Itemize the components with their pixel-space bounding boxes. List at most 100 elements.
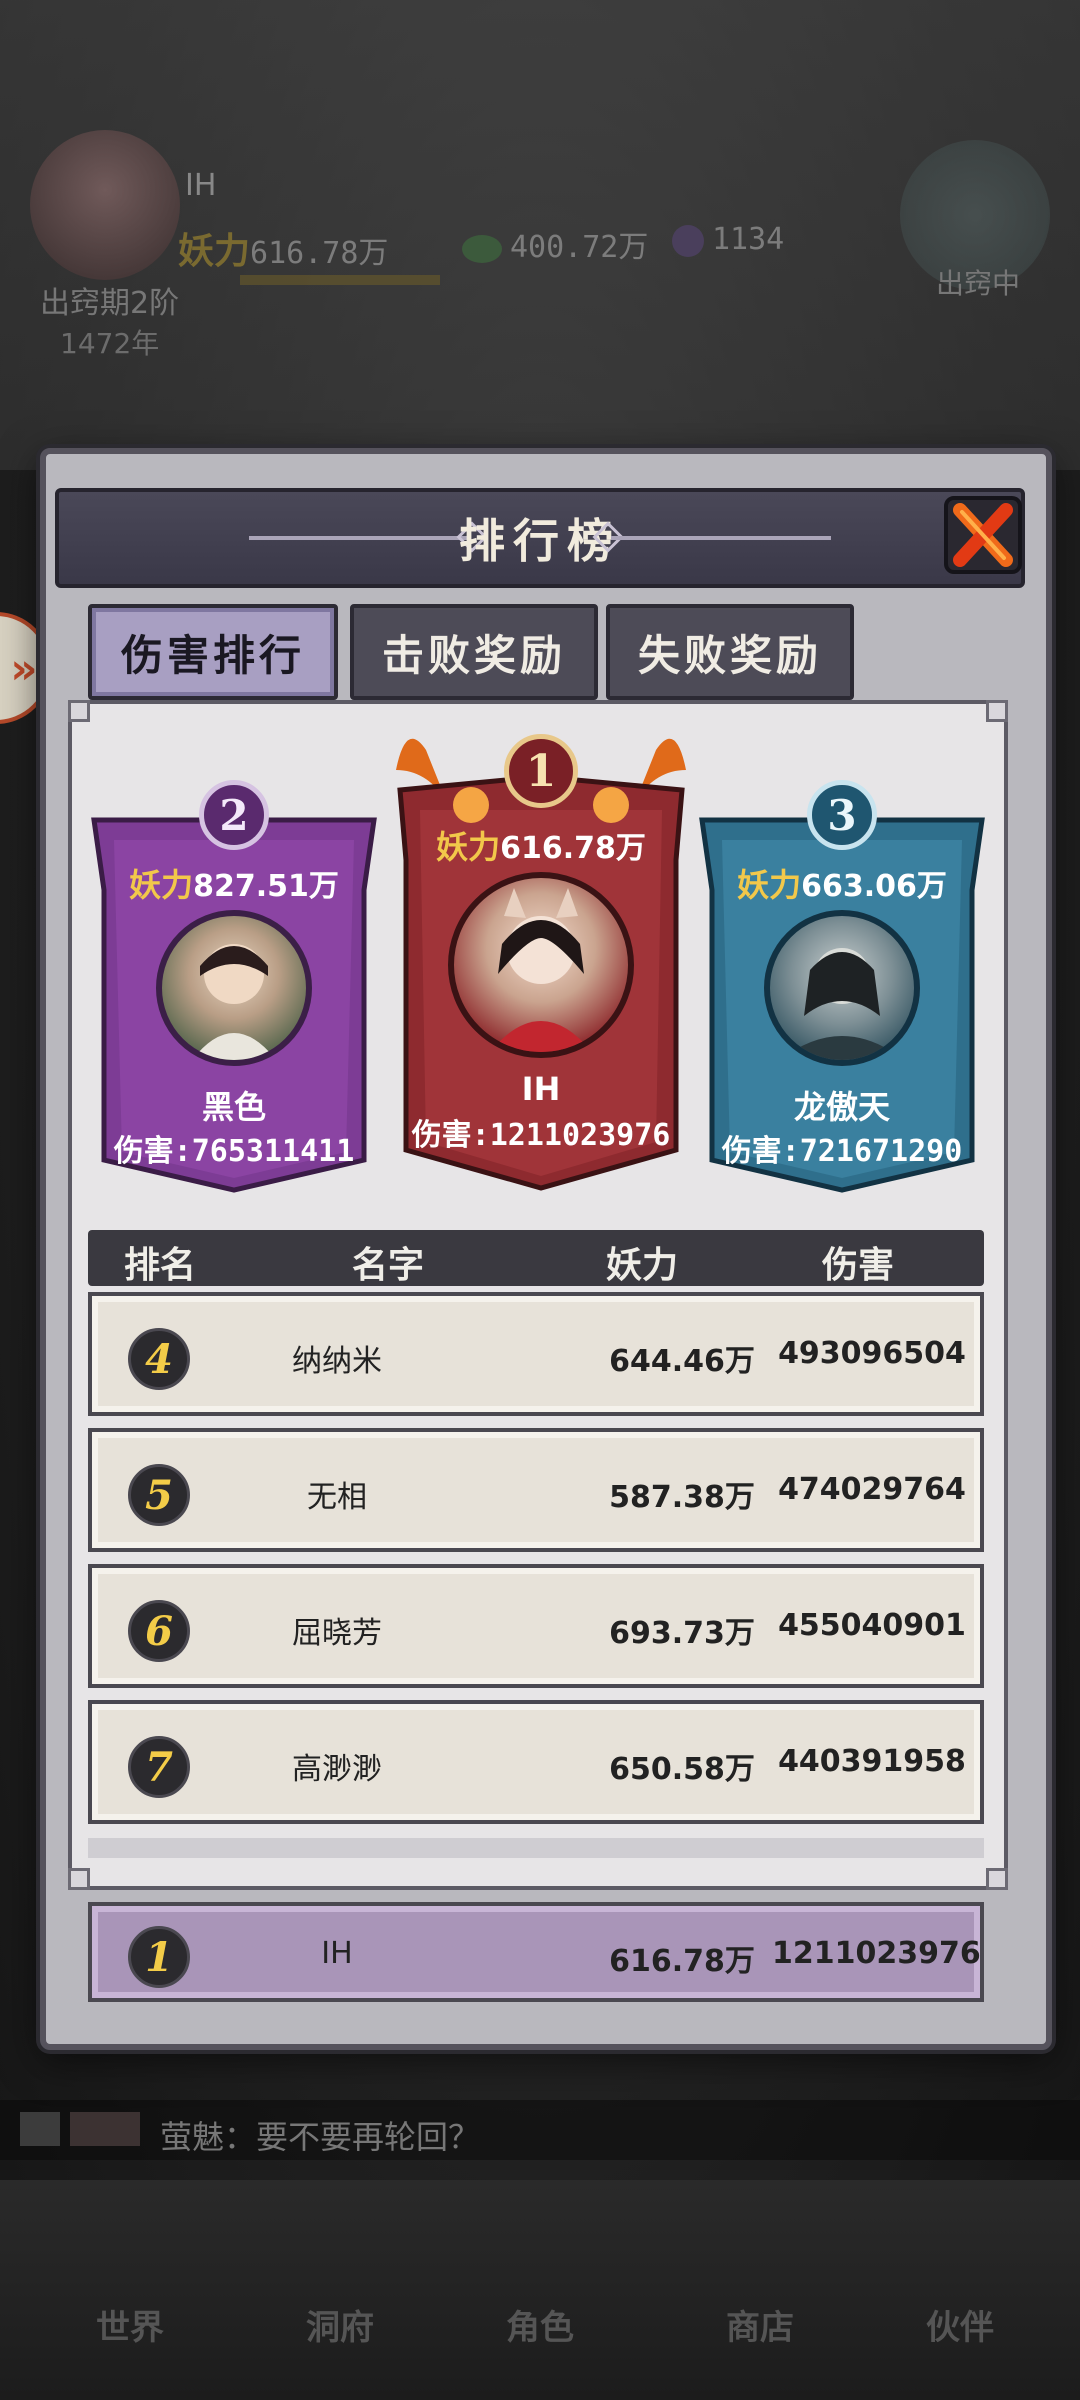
rank-1-yaoli-value: 616.78万 — [500, 831, 646, 866]
table-row[interactable]: 4 纳纳米 644.46万 493096504 — [88, 1292, 984, 1416]
row-yaoli: 644.46万 — [609, 1344, 755, 1379]
chat-channel-badge — [70, 2112, 140, 2146]
gem-icon — [462, 234, 502, 263]
rank-3-yaoli-value: 663.06万 — [801, 869, 947, 904]
portrait-figure — [780, 948, 904, 1060]
header-yaoli: 妖力 — [606, 1245, 679, 1286]
self-damage: 1211023976 — [772, 1936, 981, 1971]
row-damage: 440391958 — [778, 1744, 966, 1779]
hud-year: 1472年 — [60, 327, 160, 360]
tab-defeat-rewards[interactable]: 失败奖励 — [606, 604, 854, 700]
self-yaoli: 616.78万 — [609, 1944, 755, 1979]
hud-progress-bar — [240, 275, 440, 285]
chat-channel-icon — [20, 2112, 60, 2146]
rank-1-avatar — [448, 872, 634, 1058]
rank-1-damage-label: 伤害: — [411, 1118, 490, 1153]
nav-character[interactable]: 角色 — [460, 2300, 620, 2349]
hud-right-text: 出窍中 — [935, 267, 1020, 300]
hud-gem-value: 400.72万 — [510, 230, 649, 265]
rank-2-damage: 伤害:765311411 — [84, 1126, 384, 1170]
rank-1-yaoli-label: 妖力 — [436, 828, 501, 866]
rank-1-yaoli: 妖力616.78万 — [386, 822, 696, 868]
portrait-figure — [192, 944, 276, 1060]
row-yaoli: 587.38万 — [609, 1480, 755, 1515]
rank-2-yaoli: 妖力827.51万 — [84, 860, 384, 906]
rank-2-avatar — [156, 910, 312, 1066]
hud-gem: 400.72万 — [462, 222, 648, 266]
rank-3-avatar — [764, 910, 920, 1066]
rank-3-damage-label: 伤害: — [721, 1134, 800, 1169]
rank-3-damage: 伤害:721671290 — [692, 1126, 992, 1170]
rank-2-yaoli-value: 827.51万 — [193, 869, 339, 904]
panel-header: 排行榜 — [55, 488, 1025, 588]
self-name: IH — [321, 1936, 353, 1971]
rank-3-yaoli-label: 妖力 — [737, 866, 802, 904]
tab-damage-ranking[interactable]: 伤害排行 — [88, 604, 338, 700]
hud-player-name: IH — [185, 168, 217, 203]
header-name: 名字 — [352, 1245, 425, 1286]
row-damage: 455040901 — [778, 1608, 966, 1643]
close-icon — [944, 496, 1022, 574]
rank-1-damage-value: 1211023976 — [489, 1118, 671, 1153]
rank-2-medal: 2 — [199, 780, 269, 850]
podium-card-rank-1[interactable]: 1 妖力616.78万 IH 伤害:1211023976 — [386, 710, 696, 1200]
rank-badge: 5 — [128, 1464, 190, 1526]
hud-stage: 出窍期2阶 — [40, 286, 180, 321]
header-damage: 伤害 — [822, 1245, 895, 1286]
rank-badge: 6 — [128, 1600, 190, 1662]
rank-2-yaoli-label: 妖力 — [129, 866, 194, 904]
rank-badge: 7 — [128, 1736, 190, 1798]
rank-2-damage-label: 伤害: — [113, 1134, 192, 1169]
row-damage: 493096504 — [778, 1336, 966, 1371]
row-yaoli: 693.73万 — [609, 1616, 755, 1651]
frame-corner — [68, 1868, 90, 1890]
panel-title: 排行榜 — [459, 514, 621, 568]
rank-3-damage-value: 721671290 — [799, 1134, 963, 1169]
self-rank-row: 1 IH 616.78万 1211023976 — [88, 1902, 984, 2002]
nav-cave[interactable]: 洞府 — [260, 2300, 420, 2349]
portrait-figure — [490, 888, 592, 1052]
header-rank: 排名 — [124, 1245, 197, 1286]
rank-badge: 1 — [128, 1926, 190, 1988]
orb-icon — [672, 224, 704, 257]
rank-2-damage-value: 765311411 — [191, 1134, 355, 1169]
row-name: 纳纳米 — [292, 1344, 382, 1379]
row-name: 屈晓芳 — [292, 1616, 382, 1651]
table-row[interactable]: 6 屈晓芳 693.73万 455040901 — [88, 1564, 984, 1688]
row-name: 无相 — [307, 1480, 367, 1515]
double-chevron-right-icon: » — [10, 643, 38, 693]
frame-corner — [986, 700, 1008, 722]
rank-1-damage: 伤害:1211023976 — [386, 1110, 696, 1154]
row-damage: 474029764 — [778, 1472, 966, 1507]
row-name: 高渺渺 — [292, 1752, 382, 1787]
rank-3-yaoli: 妖力663.06万 — [692, 860, 992, 906]
ranking-table-header: 排名 名字 妖力 伤害 — [88, 1230, 984, 1286]
row-yaoli: 650.58万 — [609, 1752, 755, 1787]
close-button[interactable] — [938, 490, 1028, 580]
hud-yaoli-label: 妖力 — [178, 231, 251, 272]
table-row[interactable]: 5 无相 587.38万 474029764 — [88, 1428, 984, 1552]
player-avatar — [30, 130, 180, 280]
frame-corner — [68, 700, 90, 722]
hud-yaoli-value: 616.78万 — [250, 236, 389, 271]
header-ornament-right — [611, 536, 831, 540]
rank-3-medal: 3 — [807, 780, 877, 850]
rank-3-name: 龙傲天 — [793, 1088, 890, 1126]
chat-message: 萤魅：要不要再轮回？ — [160, 2118, 481, 2156]
bottom-nav — [0, 2180, 1080, 2400]
rank-1-medal: 1 — [504, 734, 578, 808]
hud-yaoli: 妖力616.78万 — [178, 222, 388, 274]
podium-card-rank-2[interactable]: 2 妖力827.51万 黑色 伤害:765311411 — [84, 780, 384, 1200]
rank-2-name: 黑色 — [201, 1088, 266, 1126]
frame-corner — [986, 1868, 1008, 1890]
list-scroll-edge — [88, 1838, 984, 1858]
rank-1-name: IH — [521, 1070, 561, 1108]
table-row[interactable]: 7 高渺渺 650.58万 440391958 — [88, 1700, 984, 1824]
nav-partner[interactable]: 伙伴 — [880, 2300, 1040, 2349]
nav-world[interactable]: 世界 — [50, 2300, 210, 2349]
tab-victory-rewards[interactable]: 击败奖励 — [350, 604, 598, 700]
rank-badge: 4 — [128, 1328, 190, 1390]
podium-card-rank-3[interactable]: 3 妖力663.06万 龙傲天 伤害:721671290 — [692, 780, 992, 1200]
nav-shop[interactable]: 商店 — [680, 2300, 840, 2349]
hud-orb-value: 1134 — [712, 222, 785, 257]
